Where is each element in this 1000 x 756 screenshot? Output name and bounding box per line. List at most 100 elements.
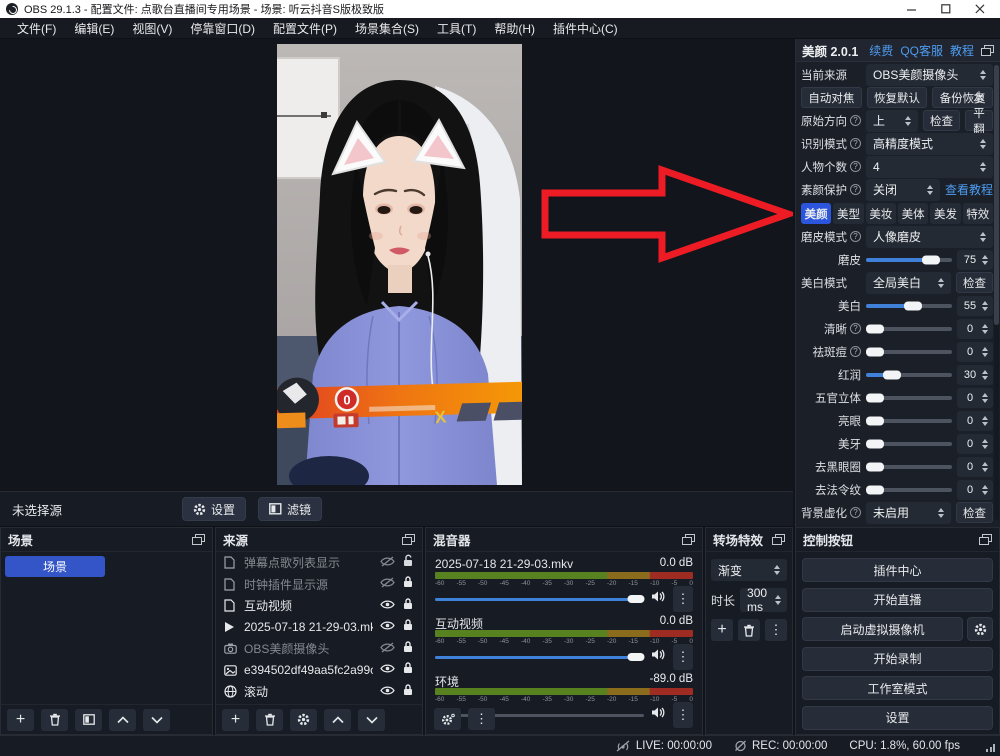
move-source-up-button[interactable] bbox=[324, 709, 351, 731]
start-streaming-button[interactable]: 开始直播 bbox=[802, 588, 993, 612]
eye-slash-icon[interactable] bbox=[380, 640, 395, 658]
source-row[interactable]: 2025-07-18 21-29-03.mkv bbox=[216, 617, 422, 639]
move-scene-up-button[interactable] bbox=[109, 709, 136, 731]
popout-icon[interactable] bbox=[192, 534, 205, 545]
contour-slider[interactable] bbox=[866, 396, 952, 400]
renew-link[interactable]: 续费 bbox=[869, 42, 893, 59]
beauty-source-dropdown[interactable]: OBS美颜摄像头 bbox=[866, 64, 993, 86]
tab-body[interactable]: 美体 bbox=[898, 203, 928, 224]
popout-icon[interactable] bbox=[979, 534, 992, 545]
smooth-spinbox[interactable]: 75 bbox=[957, 250, 993, 270]
add-transition-button[interactable] bbox=[711, 619, 733, 641]
source-row[interactable]: e394502df49aa5fc2a99cd2e7c bbox=[216, 660, 422, 682]
person-count-spinbox[interactable]: 4 bbox=[866, 156, 993, 178]
orientation-check-button[interactable]: 检查 bbox=[923, 110, 960, 131]
nasolabial-slider[interactable] bbox=[866, 488, 952, 492]
menu-profile[interactable]: 配置文件(P) bbox=[264, 20, 346, 37]
autofocus-button[interactable]: 自动对焦 bbox=[801, 87, 862, 108]
menu-edit[interactable]: 编辑(E) bbox=[65, 20, 123, 37]
plugin-center-button[interactable]: 插件中心 bbox=[802, 558, 993, 582]
eye-icon[interactable] bbox=[380, 661, 395, 679]
blemish-spinbox[interactable]: 0 bbox=[957, 342, 993, 362]
beauty-panel-scrollbar[interactable] bbox=[994, 65, 999, 520]
contour-spinbox[interactable]: 0 bbox=[957, 388, 993, 408]
tab-reshape[interactable]: 美型 bbox=[833, 203, 863, 224]
popout-icon[interactable] bbox=[682, 534, 695, 545]
remove-source-button[interactable] bbox=[256, 709, 283, 731]
smooth-mode-dropdown[interactable]: 人像磨皮 bbox=[866, 226, 993, 248]
teeth-spinbox[interactable]: 0 bbox=[957, 434, 993, 454]
lock-icon[interactable] bbox=[402, 661, 414, 679]
lock-icon[interactable] bbox=[402, 683, 414, 701]
source-row[interactable]: 滚动 bbox=[216, 681, 422, 703]
source-filters-button[interactable]: 滤镜 bbox=[258, 497, 322, 521]
qq-support-link[interactable]: QQ客服 bbox=[900, 42, 943, 59]
source-properties-button[interactable]: 设置 bbox=[182, 497, 246, 521]
lock-icon[interactable] bbox=[402, 618, 414, 636]
source-properties-toolbar-button[interactable] bbox=[290, 709, 317, 731]
eye-icon[interactable] bbox=[380, 618, 395, 636]
clarity-slider[interactable] bbox=[866, 327, 952, 331]
restore-default-button[interactable]: 恢复默认 bbox=[867, 87, 928, 108]
menu-view[interactable]: 视图(V) bbox=[123, 20, 181, 37]
menu-scene-collection[interactable]: 场景集合(S) bbox=[346, 20, 428, 37]
speaker-icon[interactable] bbox=[651, 590, 666, 608]
blemish-slider[interactable] bbox=[866, 350, 952, 354]
help-icon[interactable] bbox=[850, 161, 861, 172]
bright-eyes-slider[interactable] bbox=[866, 419, 952, 423]
lock-icon[interactable] bbox=[402, 640, 414, 658]
view-tutorial-link[interactable]: 查看教程 bbox=[945, 181, 993, 198]
popout-icon[interactable] bbox=[402, 534, 415, 545]
close-button[interactable] bbox=[974, 3, 986, 15]
start-recording-button[interactable]: 开始录制 bbox=[802, 647, 993, 671]
orientation-dropdown[interactable]: 上 bbox=[866, 110, 918, 132]
channel-menu-button[interactable] bbox=[673, 702, 693, 728]
clarity-spinbox[interactable]: 0 bbox=[957, 319, 993, 339]
nasolabial-spinbox[interactable]: 0 bbox=[957, 480, 993, 500]
speaker-icon[interactable] bbox=[651, 706, 666, 724]
scene-item-selected[interactable]: 场景 bbox=[5, 556, 105, 577]
menu-tools[interactable]: 工具(T) bbox=[428, 20, 485, 37]
maximize-button[interactable] bbox=[940, 3, 952, 15]
smooth-slider[interactable] bbox=[866, 258, 952, 262]
source-row[interactable]: OBS美颜摄像头 bbox=[216, 638, 422, 660]
eye-icon[interactable] bbox=[380, 597, 395, 615]
remove-scene-button[interactable] bbox=[41, 709, 68, 731]
tab-effects[interactable]: 特效 bbox=[963, 203, 993, 224]
source-row[interactable]: 互动视频 bbox=[216, 595, 422, 617]
rosy-slider[interactable] bbox=[866, 373, 952, 377]
tab-hair[interactable]: 美发 bbox=[930, 203, 960, 224]
unlock-icon[interactable] bbox=[402, 554, 414, 572]
scene-filters-button[interactable] bbox=[75, 709, 102, 731]
speaker-icon[interactable] bbox=[651, 648, 666, 666]
help-icon[interactable] bbox=[850, 115, 861, 126]
horizontal-flip-button[interactable]: 水平翻转 bbox=[965, 110, 993, 131]
minimize-button[interactable] bbox=[906, 3, 918, 15]
virtual-camera-settings-button[interactable] bbox=[967, 617, 993, 641]
volume-slider[interactable] bbox=[435, 598, 644, 601]
help-icon[interactable] bbox=[850, 138, 861, 149]
channel-menu-button[interactable] bbox=[673, 586, 693, 612]
move-scene-down-button[interactable] bbox=[143, 709, 170, 731]
help-icon[interactable] bbox=[850, 323, 861, 334]
help-icon[interactable] bbox=[850, 231, 861, 242]
transition-dropdown[interactable]: 渐变 bbox=[711, 559, 787, 581]
tab-beauty[interactable]: 美颜 bbox=[801, 203, 831, 224]
add-source-button[interactable] bbox=[222, 709, 249, 731]
recognition-mode-dropdown[interactable]: 高精度模式 bbox=[866, 133, 993, 155]
lock-icon[interactable] bbox=[402, 575, 414, 593]
dark-circles-spinbox[interactable]: 0 bbox=[957, 457, 993, 477]
volume-slider[interactable] bbox=[435, 656, 644, 659]
dark-circles-slider[interactable] bbox=[866, 465, 952, 469]
mixer-menu-button[interactable] bbox=[468, 708, 495, 730]
transition-menu-button[interactable] bbox=[765, 619, 787, 641]
settings-button[interactable]: 设置 bbox=[802, 706, 993, 730]
tutorial-link[interactable]: 教程 bbox=[950, 42, 974, 59]
eye-slash-icon[interactable] bbox=[380, 554, 395, 572]
studio-mode-button[interactable]: 工作室模式 bbox=[802, 676, 993, 700]
advanced-audio-button[interactable] bbox=[434, 708, 461, 730]
menu-docks[interactable]: 停靠窗口(D) bbox=[181, 20, 264, 37]
source-row[interactable]: 时钟插件显示源 bbox=[216, 574, 422, 596]
lock-icon[interactable] bbox=[402, 597, 414, 615]
transition-duration-spinbox[interactable]: 300 ms bbox=[740, 588, 787, 612]
